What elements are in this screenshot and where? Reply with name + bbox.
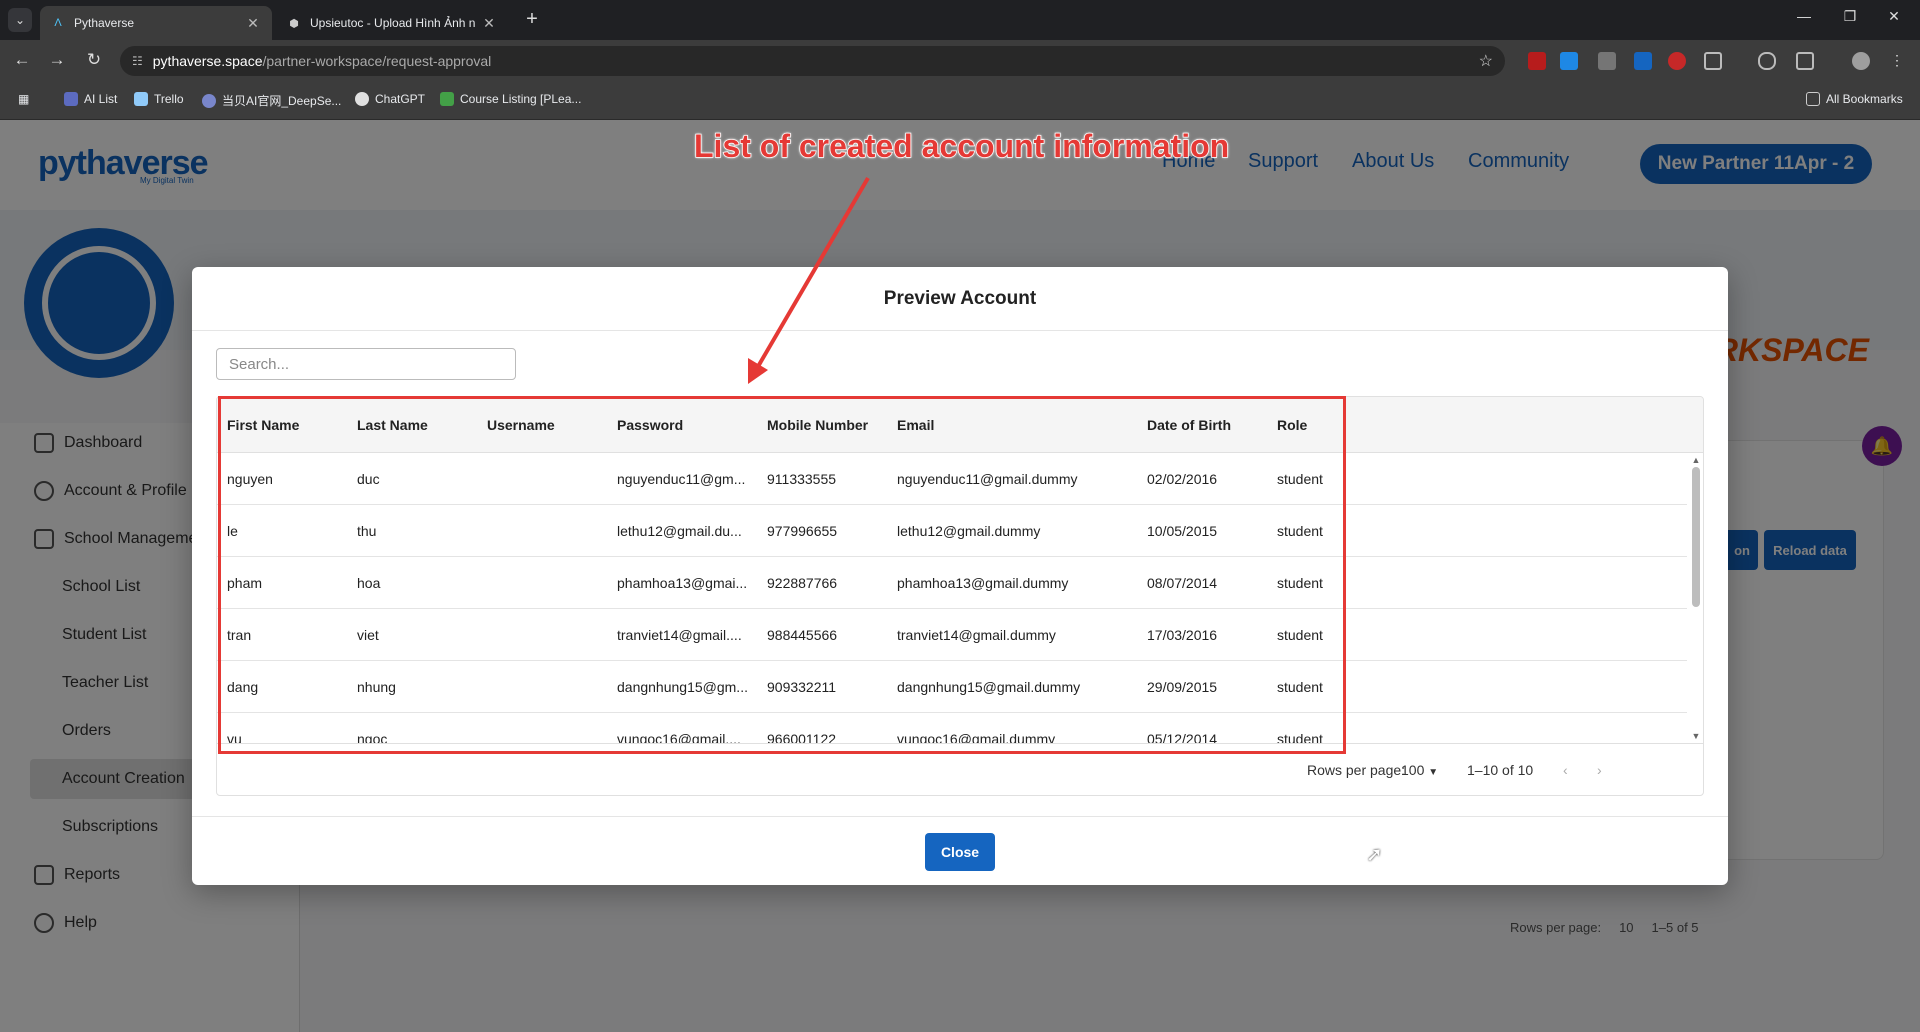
all-bookmarks[interactable]: All Bookmarks: [1806, 92, 1903, 106]
rows-per-page-label: Rows per page:: [1307, 762, 1406, 778]
forward-icon[interactable]: →: [45, 50, 69, 70]
annotation-label: List of created account information: [693, 127, 1230, 165]
extensions-puzzle-icon[interactable]: [1704, 52, 1722, 70]
pythaverse-favicon-icon: Ʌ: [54, 17, 62, 29]
tab-upsieutoc[interactable]: ⬢ Upsieutoc - Upload Hình Ảnh n ✕: [276, 6, 508, 40]
url-host: pythaverse.space: [152, 53, 263, 69]
bookmark-label: 当贝AI官网_DeepSe...: [222, 94, 342, 108]
bookmark-star-icon[interactable]: ☆: [1479, 51, 1493, 71]
search-input[interactable]: [216, 348, 516, 380]
bookmark-chatgpt[interactable]: ChatGPT: [355, 92, 425, 106]
bookmark-ai-list[interactable]: AI List: [64, 92, 117, 106]
dangbei-icon: [202, 93, 216, 108]
profile-avatar[interactable]: [1852, 52, 1870, 70]
address-input[interactable]: ☷ pythaverse.space /partner-workspace/re…: [120, 46, 1505, 76]
scroll-up-arrow-icon[interactable]: ▲: [1691, 455, 1701, 465]
dialog-title: Preview Account: [192, 267, 1728, 331]
annotation-highlight-box: [218, 396, 1346, 754]
bookmark-label: Course Listing [PLea...: [460, 92, 582, 106]
chatgpt-icon: [355, 92, 369, 106]
translate-extension-icon[interactable]: [1560, 52, 1578, 70]
ai-list-icon: [64, 92, 78, 106]
bookmark-label: AI List: [84, 92, 118, 106]
rows-per-page-value: 100: [1401, 762, 1425, 778]
browser-tab-bar: ⌄ Ʌ Pythaverse ✕ ⬢ Upsieutoc - Upload Hì…: [0, 0, 1920, 40]
bookmark-course-listing[interactable]: Course Listing [PLea...: [440, 92, 581, 106]
close-tab-icon[interactable]: ✕: [480, 15, 498, 32]
bookmarks-bar: ▦ AI List Trello 当贝AI官网_DeepSe... ChatGP…: [0, 82, 1920, 120]
close-button[interactable]: Close: [925, 833, 995, 871]
scrollbar-thumb[interactable]: [1692, 467, 1700, 607]
dialog-footer-divider: [192, 816, 1728, 817]
next-page-icon[interactable]: ›: [1597, 762, 1602, 778]
tab-title: Upsieutoc - Upload Hình Ảnh n: [310, 16, 476, 30]
mouse-cursor-icon: ➚: [1366, 844, 1383, 866]
off-extension-icon[interactable]: [1598, 52, 1616, 70]
tab-pythaverse[interactable]: Ʌ Pythaverse ✕: [40, 6, 272, 40]
bookmark-label: ChatGPT: [375, 92, 426, 106]
apps-grid-icon[interactable]: ▦: [18, 92, 29, 106]
bookmark-dangbei[interactable]: 当贝AI官网_DeepSe...: [202, 92, 341, 109]
restore-icon[interactable]: ❐: [1828, 8, 1872, 25]
menu-kebab-icon[interactable]: ⋮: [1888, 52, 1906, 70]
side-panel-icon[interactable]: [1796, 52, 1814, 70]
new-tab-button[interactable]: +: [520, 8, 544, 31]
minimize-icon[interactable]: —: [1782, 8, 1826, 24]
tab-title: Pythaverse: [74, 16, 135, 30]
trello-icon: [134, 92, 148, 106]
upsieutoc-favicon-icon: ⬢: [289, 17, 299, 30]
reload-icon[interactable]: ↻: [82, 50, 106, 70]
url-path: /partner-workspace/request-approval: [262, 53, 492, 69]
pagination-range: 1–10 of 10: [1467, 762, 1534, 778]
back-icon[interactable]: ←: [10, 50, 34, 70]
all-bookmarks-label: All Bookmarks: [1826, 92, 1903, 106]
bookmark-trello[interactable]: Trello: [134, 92, 184, 106]
tab-search-button[interactable]: ⌄: [8, 8, 32, 32]
close-window-icon[interactable]: ✕: [1872, 8, 1916, 25]
site-info-icon[interactable]: ☷: [132, 54, 143, 68]
zip-extension-icon[interactable]: [1634, 52, 1652, 70]
sheets-icon: [440, 92, 454, 106]
close-tab-icon[interactable]: ✕: [244, 15, 262, 32]
address-bar-row: ← → ↻ ☷ pythaverse.space /partner-worksp…: [0, 40, 1920, 82]
bookmark-label: Trello: [154, 92, 184, 106]
extension-icon[interactable]: [1528, 52, 1546, 70]
previous-page-icon[interactable]: ‹: [1563, 762, 1568, 778]
link-icon[interactable]: [1758, 52, 1776, 70]
grid-scrollbar[interactable]: ▲ ▼: [1687, 453, 1703, 743]
folder-icon: [1806, 92, 1820, 106]
scroll-down-arrow-icon[interactable]: ▼: [1691, 731, 1701, 741]
chevron-down-icon: ▼: [1428, 767, 1439, 778]
ublock-extension-icon[interactable]: [1668, 52, 1686, 70]
rows-per-page-select[interactable]: 100 ▼: [1401, 762, 1438, 778]
